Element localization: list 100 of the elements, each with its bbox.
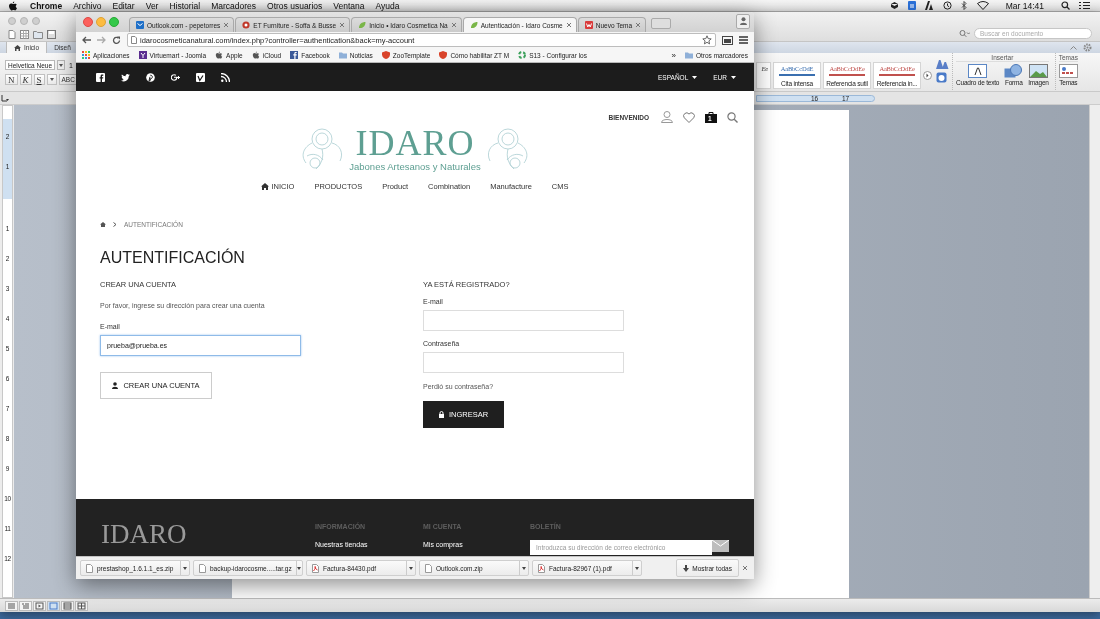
grid-icon[interactable] <box>20 30 29 39</box>
close-icon[interactable] <box>450 22 457 28</box>
close-icon[interactable] <box>223 22 230 28</box>
history-icon[interactable] <box>942 1 952 10</box>
profile-button[interactable] <box>736 13 750 29</box>
bluetooth-icon[interactable] <box>960 1 968 10</box>
list-icon[interactable] <box>1079 1 1090 10</box>
tab-stop-icon[interactable] <box>0 93 9 103</box>
lock-icon <box>438 411 444 418</box>
facebook-icon[interactable] <box>96 72 105 82</box>
caret-icon[interactable] <box>635 566 639 570</box>
menu-item[interactable]: Archivo <box>73 0 102 11</box>
menu-item[interactable]: Marcadores <box>211 0 257 11</box>
person-icon <box>739 17 747 25</box>
dropdown-button[interactable] <box>57 60 65 70</box>
menu-item[interactable]: Editar <box>112 0 135 11</box>
favicon <box>439 51 448 59</box>
textbox-icon <box>968 64 988 78</box>
close-icon[interactable] <box>339 22 346 28</box>
page-icon <box>131 36 137 44</box>
caret-icon[interactable] <box>297 566 302 570</box>
menu-item[interactable]: Otros usuarios <box>267 0 323 11</box>
reload-icon[interactable] <box>112 35 121 45</box>
menu-item[interactable]: Historial <box>169 0 201 11</box>
download-icon <box>683 564 690 572</box>
view-icon <box>21 601 30 610</box>
favicon <box>242 21 251 29</box>
apple-icon[interactable] <box>8 0 18 11</box>
cast-icon[interactable] <box>722 35 733 45</box>
box-icon[interactable] <box>889 1 899 10</box>
pdf-file-icon <box>312 563 319 573</box>
favicon <box>518 51 527 59</box>
heart-icon[interactable] <box>683 111 695 123</box>
format-button[interactable]: N <box>5 74 18 85</box>
favicon <box>251 51 260 59</box>
view-button[interactable] <box>75 600 88 611</box>
footer-logo[interactable]: IDARO <box>101 521 315 556</box>
format-button[interactable]: K <box>19 74 32 85</box>
caret-icon[interactable] <box>183 566 187 570</box>
zoom-button[interactable] <box>109 17 119 27</box>
google-plus-icon[interactable] <box>171 72 180 82</box>
more-bookmarks-button[interactable]: » <box>671 50 676 60</box>
caret-icon <box>59 63 63 67</box>
gear-icon[interactable] <box>1083 43 1092 52</box>
format-button[interactable]: S <box>33 74 45 85</box>
caret-icon <box>49 78 54 81</box>
menu-item[interactable]: Ventana <box>333 0 365 11</box>
rss-icon[interactable] <box>221 72 230 82</box>
caret-icon <box>692 75 698 79</box>
clock[interactable]: Mar 14:41 <box>1005 0 1044 11</box>
pinterest-icon[interactable] <box>146 72 155 82</box>
caret-icon[interactable] <box>522 566 526 570</box>
view-icon <box>49 601 58 610</box>
favicon <box>215 51 224 59</box>
image-icon <box>1029 64 1048 78</box>
folder-icon <box>684 51 693 59</box>
logo-tagline: Jabones Artesanos y Naturales <box>349 161 481 172</box>
back-icon[interactable] <box>82 36 91 44</box>
scrollbar[interactable] <box>1089 105 1100 598</box>
folder-icon <box>338 51 347 59</box>
file-icon <box>425 563 432 573</box>
close-icon[interactable] <box>565 22 572 28</box>
menu-item[interactable]: Ver <box>145 0 159 11</box>
close-icon[interactable] <box>742 565 748 571</box>
home-icon[interactable] <box>100 222 106 227</box>
text-field[interactable] <box>423 310 624 331</box>
view-icon <box>7 601 16 610</box>
text-field[interactable] <box>423 352 624 373</box>
shape-icon <box>1004 64 1024 78</box>
pdf-file-icon <box>538 563 545 573</box>
view-button[interactable] <box>33 600 46 611</box>
view-icon <box>35 601 44 610</box>
user-icon[interactable] <box>661 111 673 123</box>
dropdown-button[interactable] <box>46 74 57 85</box>
save-icon[interactable] <box>47 30 56 39</box>
wifi-icon[interactable] <box>976 1 989 10</box>
caret-icon[interactable] <box>409 566 413 570</box>
folder-icon[interactable] <box>33 30 43 39</box>
favicon <box>136 21 144 29</box>
close-button[interactable] <box>83 17 93 27</box>
search-icon[interactable] <box>1061 1 1070 10</box>
scroll-right-icon[interactable] <box>923 71 932 80</box>
favicon <box>584 21 593 29</box>
app-menu[interactable]: Chrome <box>30 0 63 11</box>
menu-icon[interactable] <box>739 36 748 44</box>
view-icon <box>63 601 72 610</box>
vimeo-icon[interactable] <box>196 72 205 82</box>
favicon <box>290 51 299 59</box>
caret-icon <box>731 75 736 79</box>
menu-item[interactable]: Ayuda <box>375 0 400 11</box>
favicon <box>138 51 147 59</box>
favicon <box>381 51 390 59</box>
view-button[interactable] <box>61 600 74 611</box>
star-icon[interactable] <box>702 35 712 45</box>
collapse-icon[interactable] <box>1070 45 1077 50</box>
close-icon[interactable] <box>635 22 642 28</box>
view-icon <box>77 601 86 610</box>
home-icon <box>261 183 270 190</box>
new-document-icon[interactable] <box>8 30 16 39</box>
twitter-icon[interactable] <box>121 72 130 82</box>
